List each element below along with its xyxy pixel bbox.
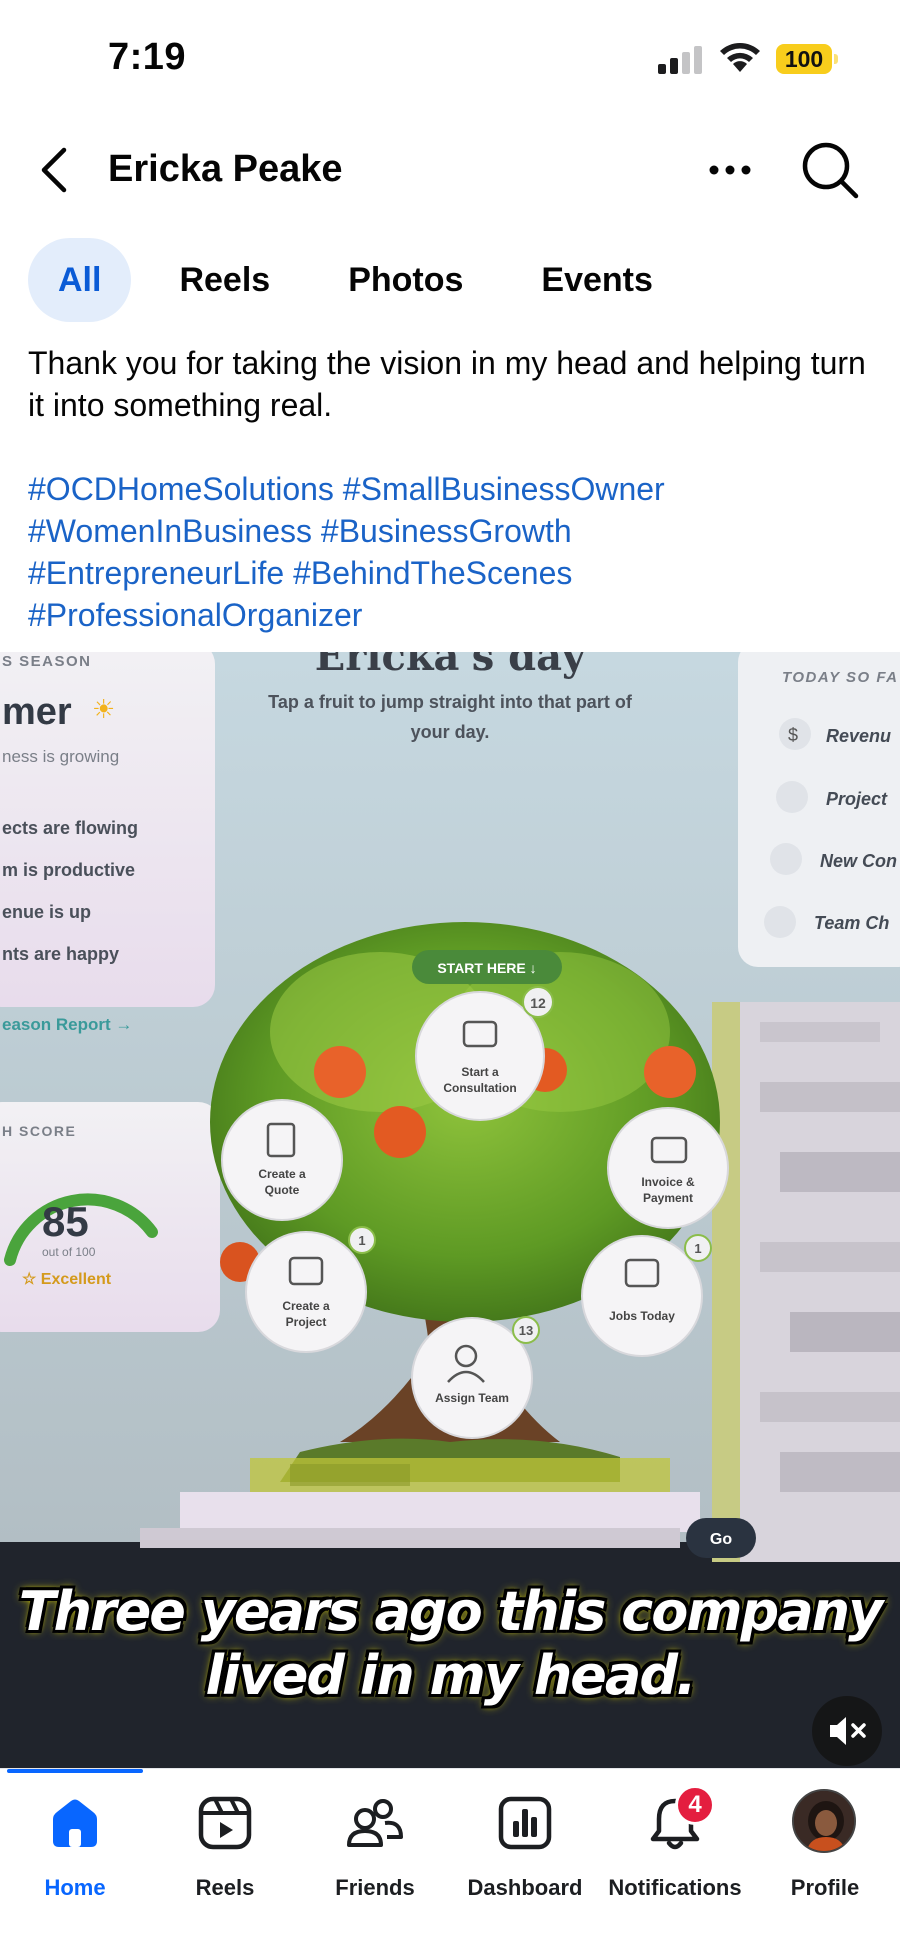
nav-label: Friends (335, 1875, 415, 1900)
today-item: Project (826, 789, 888, 809)
screen-title: Ericka's day (315, 652, 587, 680)
fruit-create-quote: Create a Quote (221, 1099, 343, 1221)
tab-all[interactable]: All (28, 238, 132, 322)
hashtag-link[interactable]: #ProfessionalOrganizer (28, 597, 362, 633)
svg-text:Assign Team: Assign Team (435, 1391, 509, 1405)
page-title: Ericka Peake (108, 148, 343, 190)
nav-friends[interactable]: Friends (300, 1769, 450, 1909)
nav-reels[interactable]: Reels (150, 1769, 300, 1909)
season-growth: ness is growing (2, 747, 119, 766)
hashtag-link[interactable]: #BehindTheScenes (293, 555, 572, 591)
score-out-of: out of 100 (42, 1245, 96, 1259)
mute-button[interactable] (812, 1696, 882, 1766)
video-caption-line-1: Three years ago this company (18, 1580, 884, 1643)
today-item: Team Ch (814, 913, 889, 933)
notification-count-badge: 4 (675, 1785, 715, 1825)
nav-label: Profile (790, 1875, 860, 1900)
battery-icon: 100 (776, 44, 838, 74)
sun-icon: ☀ (92, 694, 115, 724)
season-report-link: eason Report → (2, 1015, 132, 1034)
hashtag-link[interactable]: #OCDHomeSolutions (28, 471, 334, 507)
nav-label: Reels (195, 1875, 255, 1900)
svg-text:Project: Project (286, 1315, 327, 1329)
wifi-icon (720, 43, 760, 72)
nav-home[interactable]: Home (0, 1769, 150, 1909)
svg-text:Payment: Payment (643, 1191, 693, 1205)
tab-reels[interactable]: Reels (149, 238, 300, 322)
today-item: Revenu (826, 726, 891, 746)
screen-subtitle: your day. (411, 722, 490, 742)
post-body: Thank you for taking the vision in my he… (28, 345, 866, 423)
svg-text:Create a: Create a (282, 1299, 330, 1313)
score-rating: ☆ Excellent (22, 1271, 112, 1288)
season-bullet: nts are happy (2, 944, 119, 964)
season-bullet: ects are flowing (2, 818, 138, 838)
nav-notifications[interactable]: Notifications (600, 1769, 750, 1909)
screen-subtitle: Tap a fruit to jump straight into that p… (268, 692, 633, 712)
svg-text:$: $ (788, 725, 798, 745)
video-caption-line-2: lived in my head. (205, 1644, 697, 1707)
svg-text:12: 12 (530, 995, 546, 1011)
avatar[interactable] (792, 1789, 856, 1853)
home-icon (53, 1799, 97, 1847)
dashboard-icon (498, 1796, 552, 1850)
hashtag-link[interactable]: #SmallBusinessOwner (343, 471, 665, 507)
search-icon[interactable] (800, 140, 860, 200)
nav-label: Dashboard (467, 1875, 583, 1900)
svg-text:Quote: Quote (265, 1183, 300, 1197)
nav-label: Home (44, 1875, 106, 1900)
svg-text:13: 13 (519, 1323, 533, 1338)
hashtag-list: #OCDHomeSolutions #SmallBusinessOwner #W… (28, 468, 868, 636)
reels-icon (198, 1796, 252, 1850)
svg-text:1: 1 (694, 1241, 701, 1256)
video-player[interactable]: S SEASON mer ☀ ness is growing ects are … (0, 652, 900, 1768)
hashtag-link[interactable]: #WomenInBusiness (28, 513, 312, 549)
score-value: 85 (42, 1198, 89, 1245)
cellular-signal-icon (658, 44, 702, 74)
season-bullet: enue is up (2, 902, 91, 922)
status-bar: 7:19 100 (0, 0, 900, 120)
nav-dashboard[interactable]: Dashboard (450, 1769, 600, 1909)
battery-level: 100 (776, 44, 832, 74)
season-bullet: m is productive (2, 860, 135, 880)
season-panel-header: S SEASON (2, 653, 92, 670)
filter-tabs: All Reels Photos Events (28, 238, 683, 322)
svg-text:Invoice &: Invoice & (641, 1175, 695, 1189)
tab-events[interactable]: Events (511, 238, 683, 322)
today-item: New Con (820, 851, 897, 871)
season-name: mer (2, 691, 72, 733)
status-time: 7:19 (108, 36, 187, 78)
friends-icon (347, 1799, 403, 1847)
hashtag-link[interactable]: #EntrepreneurLife (28, 555, 284, 591)
more-options-icon[interactable] (704, 150, 756, 190)
svg-text:Start a: Start a (461, 1065, 499, 1079)
today-header: TODAY SO FA (782, 669, 899, 686)
post-text: Thank you for taking the vision in my he… (28, 342, 868, 636)
svg-text:Consultation: Consultation (443, 1081, 516, 1095)
svg-text:1: 1 (358, 1233, 365, 1248)
hashtag-link[interactable]: #BusinessGrowth (321, 513, 572, 549)
pixelated-panel (712, 1002, 900, 1562)
svg-text:Create a: Create a (258, 1167, 306, 1181)
start-here-label: START HERE ↓ (437, 960, 536, 976)
svg-text:Jobs Today: Jobs Today (609, 1309, 675, 1323)
top-header: Ericka Peake (0, 120, 900, 220)
nav-label: Notifications (608, 1875, 742, 1900)
go-button-label: Go (710, 1531, 732, 1548)
speaker-muted-icon (830, 1717, 866, 1745)
score-header: H SCORE (2, 1123, 76, 1139)
tab-photos[interactable]: Photos (318, 238, 493, 322)
bottom-navigation: Home Reels Friends Dashboard Notificatio… (0, 1768, 900, 1947)
back-arrow-icon[interactable] (34, 142, 74, 198)
fruit-invoice-payment: Invoice & Payment (607, 1107, 729, 1229)
